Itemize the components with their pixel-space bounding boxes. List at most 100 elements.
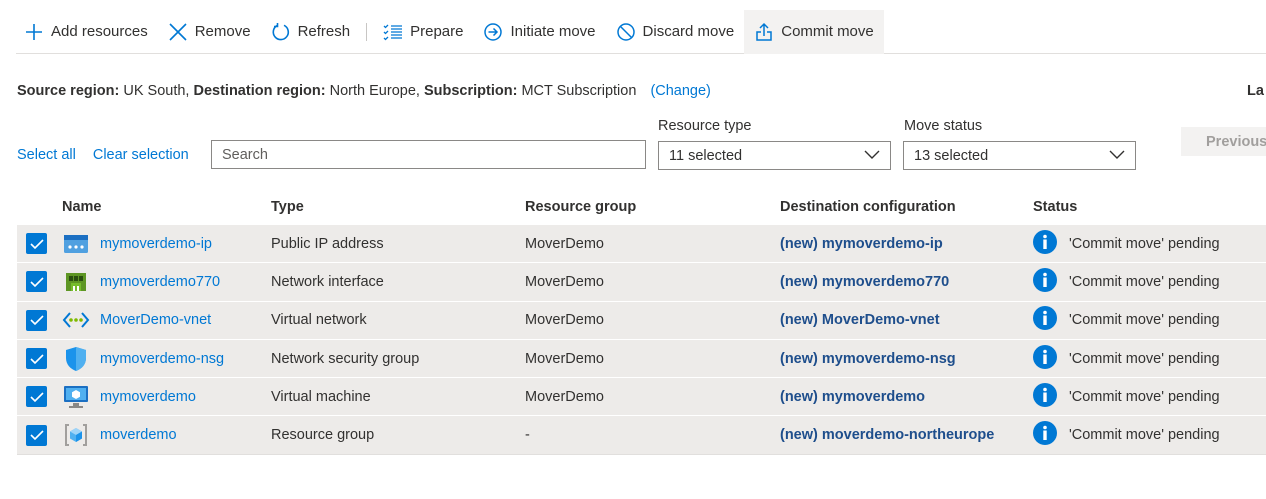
initiate-move-button[interactable]: Initiate move [473, 10, 605, 54]
shield-icon [62, 345, 90, 373]
remove-button[interactable]: Remove [158, 10, 261, 54]
info-icon [1033, 344, 1057, 373]
clear-selection-link[interactable]: Clear selection [93, 147, 189, 163]
destination-config-link[interactable]: (new) MoverDemo-vnet [780, 312, 940, 328]
row-checkbox[interactable] [26, 424, 47, 446]
previous-button[interactable]: Previous [1181, 127, 1266, 156]
chevron-down-icon [1109, 148, 1125, 164]
row-checkbox[interactable] [26, 271, 47, 293]
column-header-destination[interactable]: Destination configuration [780, 199, 1033, 215]
move-status-label: Move status [904, 118, 983, 134]
info-icon [1033, 421, 1057, 449]
status-text: 'Commit move' pending [1069, 235, 1220, 252]
source-region-value: UK South, [123, 83, 190, 99]
resource-type: Public IP address [271, 235, 384, 252]
subscription-value: MCT Subscription [521, 83, 637, 99]
table-row[interactable]: mymoverdemo Virtual machine MoverDemo (n… [17, 378, 1266, 417]
discard-move-label: Discard move [642, 23, 735, 40]
add-resources-button[interactable]: Add resources [16, 10, 158, 54]
resource-type: Resource group [271, 427, 375, 444]
resource-group: - [525, 427, 530, 444]
resource-name-link[interactable]: mymoverdemo-ip [100, 236, 212, 252]
column-header-status[interactable]: Status [1033, 199, 1266, 215]
commit-move-button[interactable]: Commit move [744, 9, 884, 54]
destination-config-link[interactable]: (new) moverdemo-northeurope [780, 427, 994, 443]
resource-name-link[interactable]: mymoverdemo-nsg [100, 351, 224, 367]
change-subscription-link[interactable]: (Change) [650, 83, 710, 99]
info-icon [1033, 306, 1057, 334]
discard-move-button[interactable]: Discard move [606, 10, 745, 54]
subscription-label: Subscription: [423, 83, 518, 99]
move-status-value: 13 selected [914, 147, 989, 164]
destination-region-label: Destination region: [193, 83, 326, 99]
resource-group: MoverDemo [525, 273, 604, 290]
refresh-icon [271, 22, 291, 42]
last-updated-label: La [1247, 83, 1264, 99]
resource-type-value: 11 selected [669, 147, 743, 164]
info-icon [1033, 267, 1057, 296]
row-checkbox[interactable] [26, 233, 47, 255]
destination-config-link[interactable]: (new) mymoverdemo-nsg [780, 351, 956, 367]
list-checks-icon [383, 22, 403, 42]
resource-type: Virtual network [271, 312, 367, 329]
info-icon [1033, 229, 1057, 258]
table-row[interactable]: MoverDemo-vnet Virtual network MoverDemo… [17, 301, 1266, 340]
close-icon [168, 22, 188, 42]
select-all-link[interactable]: Select all [17, 147, 76, 163]
table-row[interactable]: mymoverdemo-ip Public IP address MoverDe… [17, 225, 1266, 264]
refresh-label: Refresh [297, 23, 351, 40]
toolbar-divider [366, 22, 368, 41]
status-text: 'Commit move' pending [1069, 388, 1220, 405]
selection-links: Select all Clear selection [17, 147, 189, 163]
info-icon [1033, 382, 1057, 411]
command-bar: Add resources Remove Refresh Prepare Ini… [16, 9, 1266, 54]
resource-type-label: Resource type [658, 118, 752, 134]
public-ip-icon [62, 230, 90, 258]
resource-type: Network interface [271, 273, 384, 290]
region-summary: Source region: UK South, Destination reg… [17, 83, 711, 99]
column-header-resource-group[interactable]: Resource group [525, 199, 780, 215]
plus-icon [24, 22, 44, 42]
resource-type: Virtual machine [271, 388, 371, 405]
refresh-button[interactable]: Refresh [261, 10, 361, 54]
resource-group: MoverDemo [525, 388, 604, 405]
resource-name-link[interactable]: MoverDemo-vnet [100, 312, 211, 328]
resource-name-link[interactable]: mymoverdemo [100, 389, 196, 405]
resource-name-link[interactable]: mymoverdemo770 [100, 274, 220, 290]
row-checkbox[interactable] [26, 309, 47, 331]
status-text: 'Commit move' pending [1069, 273, 1220, 290]
remove-label: Remove [194, 23, 251, 40]
table-row[interactable]: mymoverdemo-nsg Network security group M… [17, 339, 1266, 379]
column-header-name[interactable]: Name [62, 199, 271, 215]
virtual-network-icon [62, 306, 90, 334]
table-row[interactable]: moverdemo Resource group - (new) moverde… [17, 416, 1266, 455]
destination-config-link[interactable]: (new) mymoverdemo [780, 389, 925, 405]
resources-table: Name Type Resource group Destination con… [17, 188, 1266, 455]
row-checkbox[interactable] [26, 386, 47, 408]
resource-name-link[interactable]: moverdemo [100, 427, 177, 443]
source-region-label: Source region: [17, 83, 120, 99]
resource-group: MoverDemo [525, 312, 604, 329]
destination-config-link[interactable]: (new) mymoverdemo-ip [780, 236, 943, 252]
column-header-type[interactable]: Type [271, 199, 525, 215]
search-input[interactable] [211, 140, 646, 169]
table-row[interactable]: mymoverdemo770 Network interface MoverDe… [17, 263, 1266, 302]
arrow-circle-right-icon [483, 22, 503, 42]
commit-move-label: Commit move [781, 23, 874, 40]
prepare-button[interactable]: Prepare [373, 10, 473, 54]
destination-region-value: North Europe, [329, 83, 420, 99]
status-text: 'Commit move' pending [1069, 427, 1220, 444]
table-header: Name Type Resource group Destination con… [17, 188, 1266, 225]
resource-group: MoverDemo [525, 350, 604, 367]
chevron-down-icon [864, 148, 880, 164]
upload-icon [754, 22, 774, 42]
resource-group: MoverDemo [525, 235, 604, 252]
prohibited-icon [616, 22, 636, 42]
destination-config-link[interactable]: (new) mymoverdemo770 [780, 274, 949, 290]
initiate-move-label: Initiate move [510, 23, 596, 40]
status-text: 'Commit move' pending [1069, 350, 1220, 367]
resource-type-dropdown[interactable]: 11 selected [658, 141, 891, 170]
resource-group-icon [62, 421, 90, 449]
move-status-dropdown[interactable]: 13 selected [903, 141, 1136, 170]
row-checkbox[interactable] [26, 348, 47, 370]
